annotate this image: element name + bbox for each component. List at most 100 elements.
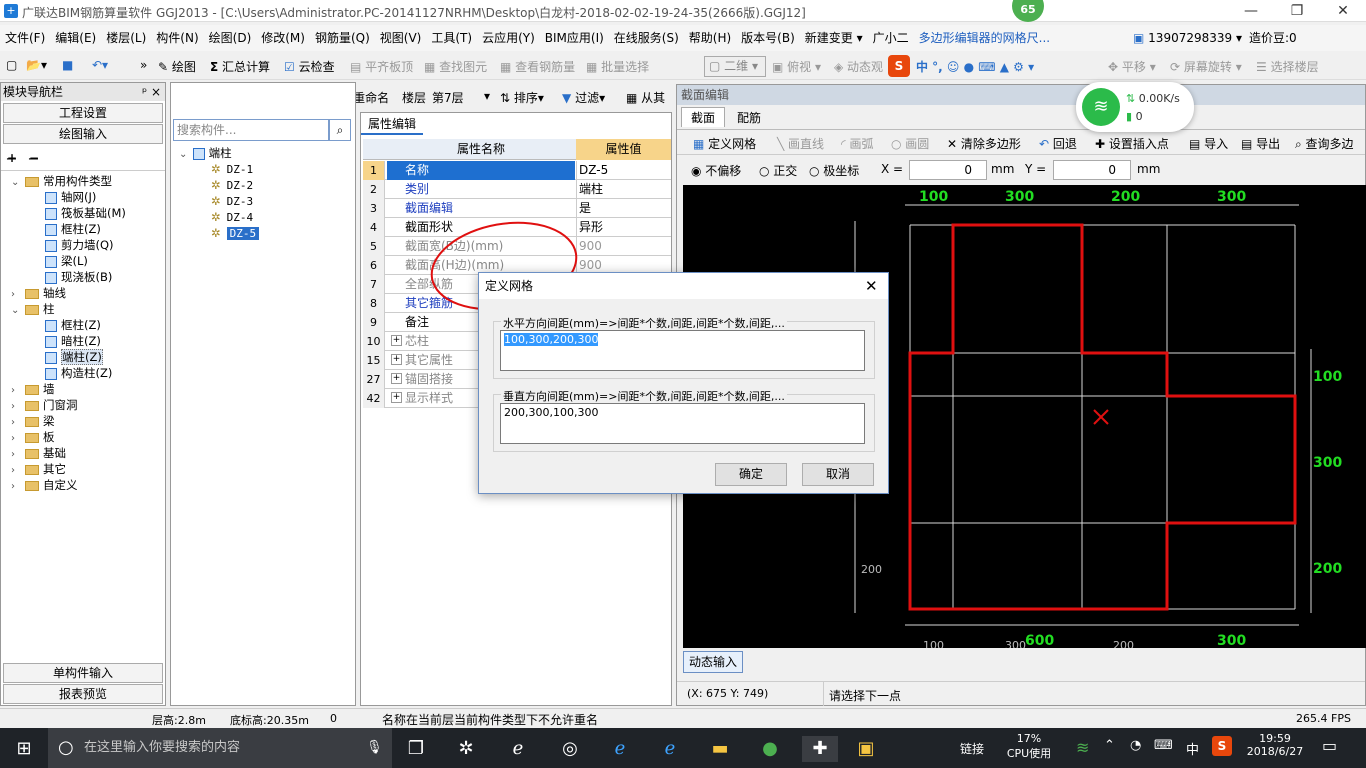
search-icon[interactable]: ⌕ <box>329 119 351 141</box>
ortho-radio[interactable]: ○ 正交 <box>759 162 797 179</box>
project-settings-button[interactable]: 工程设置 <box>3 103 163 123</box>
filter-button[interactable]: ▼ 过滤▾ <box>562 89 605 106</box>
polar-radio[interactable]: ○ 极坐标 <box>809 162 859 179</box>
nav-tree-item[interactable]: 构造柱(Z) <box>45 365 112 381</box>
dialog-close-icon[interactable]: ✕ <box>865 273 878 299</box>
menu-view[interactable]: 视图(V) <box>375 25 427 51</box>
expand-chevron-icon[interactable]: › <box>11 479 21 495</box>
nav-tree-item[interactable]: 框柱(Z) <box>45 221 101 237</box>
tree-root-end-column[interactable]: ⌄ 端柱 <box>179 145 232 161</box>
import-button[interactable]: ▤ 导入 <box>1189 135 1228 152</box>
undo-icon[interactable]: ↶▾ <box>92 58 108 72</box>
x-offset-input[interactable]: 0 <box>909 160 987 180</box>
ok-button[interactable]: 确定 <box>715 463 787 486</box>
define-grid-button[interactable]: ▦ 定义网格 <box>693 135 756 152</box>
wifi-tray-icon[interactable]: ≋ <box>1076 738 1089 757</box>
nav-tree-item[interactable]: › 板 <box>11 429 55 445</box>
menu-new-change[interactable]: 新建变更 ▾ <box>800 25 868 51</box>
dynamic-input-button[interactable]: 动态输入 <box>683 651 743 673</box>
clock[interactable]: 19:59 2018/6/27 <box>1246 732 1304 758</box>
no-offset-radio[interactable]: ◉ 不偏移 <box>691 162 741 179</box>
minimize-icon[interactable]: — <box>1228 0 1274 22</box>
screen-rotate-button[interactable]: ⟳ 屏幕旋转 ▾ <box>1170 58 1242 75</box>
collapse-all-icon[interactable]: −̶ <box>29 151 39 165</box>
sort-button[interactable]: ⇅ 排序▾ <box>500 89 544 106</box>
property-row[interactable]: 3 截面编辑 是 <box>363 199 671 218</box>
ie-icon[interactable]: ℯ <box>656 736 684 762</box>
dynamic-view-button[interactable]: ◈ 动态观 <box>834 58 883 75</box>
component-search-input[interactable]: 搜索构件... <box>173 119 329 141</box>
new-file-icon[interactable]: ▢ <box>6 58 17 72</box>
task-view-icon[interactable]: ❐ <box>402 736 430 762</box>
sogou-tray-icon[interactable]: S <box>1212 736 1232 756</box>
taskbar-link[interactable]: 链接 <box>960 740 984 757</box>
ime-indicator[interactable]: 中 <box>1186 739 1199 758</box>
nav-tree-item[interactable]: 剪力墙(Q) <box>45 237 114 253</box>
user-phone[interactable]: ▣ 13907298339 ▾ <box>1128 25 1247 51</box>
nav-tree-item[interactable]: › 其它 <box>11 461 66 477</box>
tab-property-edit[interactable]: 属性编辑 <box>361 113 423 135</box>
windows-start-icon[interactable]: ⊞ <box>10 736 38 762</box>
tab-section[interactable]: 截面 <box>681 107 725 127</box>
horizontal-spacing-input[interactable]: 100,300,200,300 <box>500 330 865 371</box>
menu-notice[interactable]: 多边形编辑器的网格尺... <box>914 25 1055 51</box>
menu-steel[interactable]: 钢筋量(Q) <box>310 25 375 51</box>
property-row[interactable]: 2 类别 端柱 <box>363 180 671 199</box>
set-insert-point-button[interactable]: ✚ 设置插入点 <box>1095 135 1169 152</box>
menu-draw[interactable]: 绘图(D) <box>204 25 257 51</box>
component-item[interactable]: ✲ DZ-2 <box>211 177 253 193</box>
property-value[interactable]: 是 <box>576 199 671 218</box>
open-folder-icon[interactable]: 📂▾ <box>26 58 47 72</box>
notes-app-icon[interactable]: ▣ <box>852 736 880 762</box>
microphone-icon[interactable]: 🎙 <box>366 728 383 768</box>
nav-tree-item[interactable]: 轴网(J) <box>45 189 96 205</box>
menu-cloud[interactable]: 云应用(Y) <box>477 25 540 51</box>
view-mode-select[interactable]: ▢ 二维 ▾ <box>704 56 766 77</box>
report-preview-button[interactable]: 报表预览 <box>3 684 163 704</box>
floor-select[interactable]: 第7层 ▾ <box>432 89 492 106</box>
menu-assistant[interactable]: 广小二 <box>868 25 914 51</box>
property-value[interactable]: 异形 <box>576 218 671 237</box>
save-icon[interactable]: ■ <box>62 58 73 72</box>
restore-icon[interactable]: ❐ <box>1274 0 1320 22</box>
collapse-chevron-icon[interactable]: ⌄ <box>11 175 21 191</box>
browser-e-icon[interactable]: ℯ <box>504 736 532 762</box>
nav-pin-icon[interactable]: ᵖ × <box>142 83 161 101</box>
network-speed-widget[interactable]: ≋ ⇅ 0.00K/s ▮ 0 <box>1076 82 1194 132</box>
top-view-button[interactable]: ▣ 俯视 ▾ <box>772 58 821 75</box>
nav-tree-item[interactable]: 现浇板(B) <box>45 269 112 285</box>
property-row[interactable]: 1 名称 DZ-5 <box>363 161 671 180</box>
menu-bim[interactable]: BIM应用(I) <box>540 25 609 51</box>
property-value[interactable]: 端柱 <box>576 180 671 199</box>
component-item[interactable]: ✲ DZ-4 <box>211 209 253 225</box>
nav-tree-item[interactable]: 框柱(Z) <box>45 317 101 333</box>
action-center-icon[interactable]: ▭ <box>1322 736 1337 755</box>
tray-chevron-icon[interactable]: ⌃ <box>1104 738 1115 753</box>
query-polygon-button[interactable]: ⌕ 查询多边 <box>1295 135 1354 152</box>
nav-tree-item[interactable]: 梁(L) <box>45 253 88 269</box>
menu-modify[interactable]: 修改(M) <box>256 25 310 51</box>
menu-component[interactable]: 构件(N) <box>151 25 203 51</box>
pan-button[interactable]: ✥ 平移 ▾ <box>1108 58 1156 75</box>
nav-tree-item[interactable]: › 自定义 <box>11 477 78 493</box>
tab-rebar[interactable]: 配筋 <box>729 109 769 127</box>
nav-tree-item[interactable]: › 门窗洞 <box>11 397 78 413</box>
cloud-check-button[interactable]: ☑ 云检查 <box>284 58 335 75</box>
undo-button[interactable]: ↶ 回退 <box>1039 135 1077 152</box>
export-button[interactable]: ▤ 导出 <box>1241 135 1280 152</box>
draw-circle-button[interactable]: ○ 画圆 <box>891 135 929 152</box>
keyboard-tray-icon[interactable]: ⌨ <box>1154 738 1173 753</box>
view-steel-button[interactable]: ▦ 查看钢筋量 <box>500 58 575 75</box>
browser-360-icon[interactable]: ◎ <box>556 736 584 762</box>
property-value[interactable]: DZ-5 <box>576 161 671 180</box>
security-guard-icon[interactable]: ● <box>756 736 784 762</box>
draw-input-button[interactable]: 绘图输入 <box>3 124 163 144</box>
draw-arc-button[interactable]: ◜ 画弧 <box>841 135 873 152</box>
component-item[interactable]: ✲ DZ-3 <box>211 193 253 209</box>
nav-tree-item[interactable]: › 基础 <box>11 445 66 461</box>
single-input-button[interactable]: 单构件输入 <box>3 663 163 683</box>
sum-calc-button[interactable]: Σ 汇总计算 <box>210 58 270 75</box>
from-other-button[interactable]: ▦ 从其 <box>626 89 665 106</box>
price-beans[interactable]: 造价豆:0 <box>1244 25 1302 51</box>
component-item[interactable]: ✲ DZ-1 <box>211 161 253 177</box>
